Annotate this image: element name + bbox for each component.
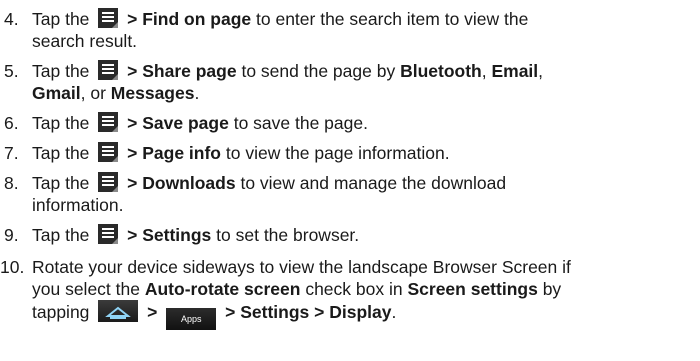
apps-icon: Apps — [166, 308, 217, 330]
item-text: Tap the > Downloads to view and manage t… — [32, 172, 507, 215]
item-number: 9. — [4, 225, 19, 245]
item-number: 5. — [4, 61, 19, 81]
item-text: Tap the > Settings to set the browser. — [32, 224, 360, 245]
menu-icon — [98, 172, 119, 192]
item-number: 8. — [4, 173, 19, 193]
menu-path: > Page info — [127, 143, 221, 163]
item-number: 6. — [4, 113, 19, 133]
item-text: Rotate your device sideways to view the … — [32, 256, 694, 330]
menu-icon — [98, 224, 119, 244]
menu-icon — [98, 112, 119, 132]
menu-path: > Save page — [127, 113, 229, 133]
item-number: 7. — [4, 143, 19, 163]
item-text: Tap the > Save page to save the page. — [32, 112, 368, 133]
menu-icon — [98, 8, 119, 28]
menu-icon — [98, 142, 119, 162]
item-number: 10. — [0, 257, 25, 277]
menu-icon — [98, 60, 119, 80]
menu-path: > Downloads — [127, 173, 236, 193]
item-text: Tap the > Find on page to enter the sear… — [32, 8, 529, 51]
menu-path: > Share page — [127, 61, 237, 81]
item-text: Tap the > Page info to view the page inf… — [32, 142, 450, 163]
home-icon — [98, 300, 139, 322]
menu-path: > Find on page — [127, 9, 252, 29]
item-number: 4. — [4, 9, 19, 29]
item-text: Tap the > Share page to send the page by… — [32, 60, 544, 103]
menu-path: > Settings — [127, 225, 212, 245]
